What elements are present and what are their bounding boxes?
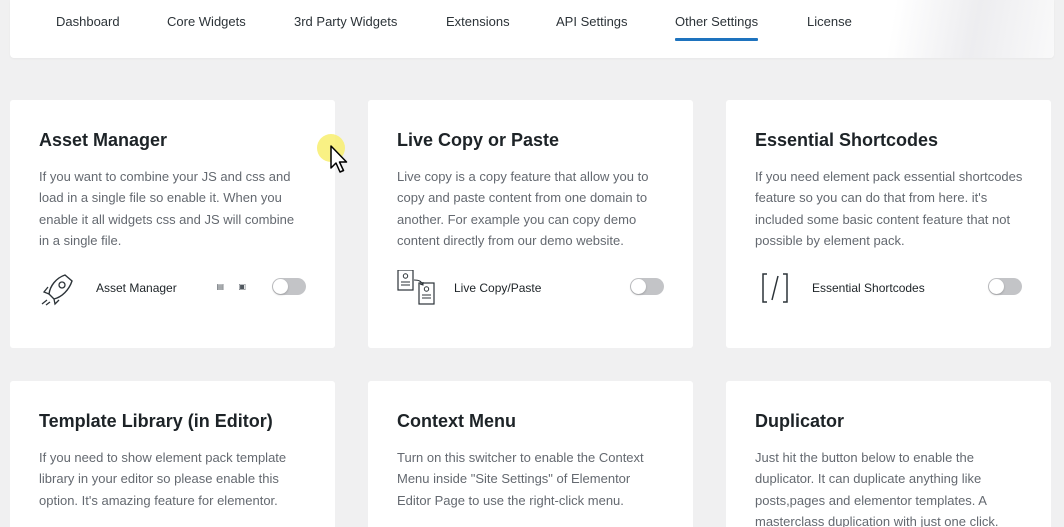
tab-extensions[interactable]: Extensions xyxy=(446,14,510,29)
tab-core-widgets[interactable]: Core Widgets xyxy=(167,14,246,29)
card-live-copy-paste: Live Copy or Paste Live copy is a copy f… xyxy=(368,100,693,348)
toggle-knob xyxy=(989,279,1004,294)
feature-label: Asset Manager xyxy=(96,281,177,295)
settings-icon[interactable]: ▤ xyxy=(216,282,224,291)
card-context-menu: Context Menu Turn on this switcher to en… xyxy=(368,381,693,527)
shortcode-icon xyxy=(762,273,788,303)
feature-row: Live Copy/Paste xyxy=(397,270,664,306)
essential-shortcodes-toggle[interactable] xyxy=(988,278,1022,295)
card-title: Essential Shortcodes xyxy=(755,130,939,150)
card-title: Asset Manager xyxy=(39,130,168,150)
feature-row: Essential Shortcodes xyxy=(755,270,1022,306)
copy-paste-icon xyxy=(397,270,435,305)
card-title: Context Menu xyxy=(397,411,516,431)
tab-api-settings[interactable]: API Settings xyxy=(556,14,628,29)
mouse-cursor-icon xyxy=(330,145,348,173)
toggle-knob xyxy=(273,279,288,294)
tab-dashboard[interactable]: Dashboard xyxy=(56,14,120,29)
feature-label: Essential Shortcodes xyxy=(812,281,925,295)
card-description: If you need element pack essential short… xyxy=(755,169,1023,248)
tab-other-settings[interactable]: Other Settings xyxy=(675,14,759,41)
card-title: Live Copy or Paste xyxy=(397,130,560,150)
tab-license[interactable]: License xyxy=(807,14,852,29)
settings-tab-bar: Dashboard Core Widgets 3rd Party Widgets… xyxy=(10,0,1054,58)
feature-label: Live Copy/Paste xyxy=(454,281,542,295)
card-description: Turn on this switcher to enable the Cont… xyxy=(397,450,644,508)
info-icon[interactable]: ▣ xyxy=(238,282,246,291)
card-description: Just hit the button below to enable the … xyxy=(755,450,999,527)
live-copy-toggle[interactable] xyxy=(630,278,664,295)
asset-manager-toggle[interactable] xyxy=(272,278,306,295)
card-description: If you want to combine your JS and css a… xyxy=(39,169,295,248)
card-asset-manager: Asset Manager If you want to combine you… xyxy=(10,100,335,348)
feature-row: Asset Manager ▤ ▣ xyxy=(39,270,306,306)
card-essential-shortcodes: Essential Shortcodes If you need element… xyxy=(726,100,1051,348)
card-duplicator: Duplicator Just hit the button below to … xyxy=(726,381,1051,527)
card-description: Live copy is a copy feature that allow y… xyxy=(397,169,649,248)
card-description: If you need to show element pack templat… xyxy=(39,450,287,508)
card-title: Template Library (in Editor) xyxy=(39,411,273,431)
toggle-knob xyxy=(631,279,646,294)
rocket-icon xyxy=(41,274,73,306)
card-title: Duplicator xyxy=(755,411,845,431)
card-template-library: Template Library (in Editor) If you need… xyxy=(10,381,335,527)
tab-3rd-party-widgets[interactable]: 3rd Party Widgets xyxy=(294,14,397,29)
